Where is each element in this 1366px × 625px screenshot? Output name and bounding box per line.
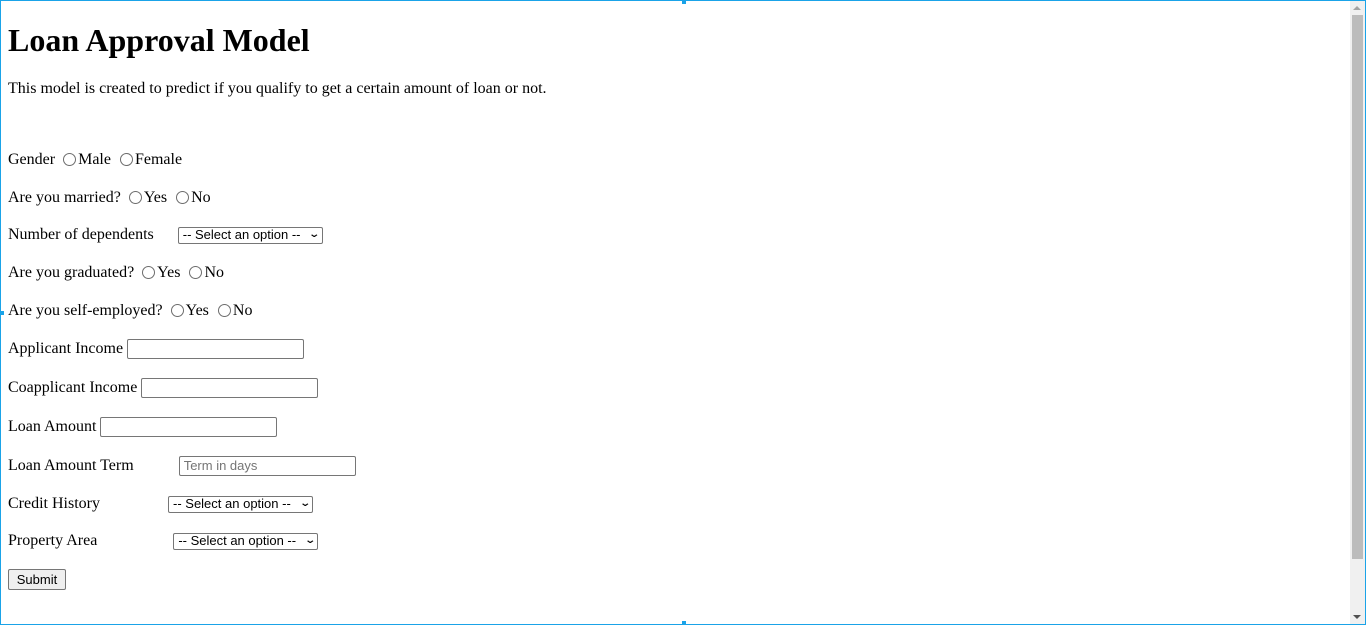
loan-amount-label: Loan Amount — [8, 418, 97, 435]
self-employed-yes-label[interactable]: Yes — [186, 302, 209, 320]
chevron-down-icon: ⌄ — [308, 229, 321, 240]
resize-handle-left[interactable] — [0, 311, 4, 315]
self-employed-label: Are you self-employed? — [8, 302, 163, 319]
loan-amount-term-label: Loan Amount Term — [8, 457, 134, 474]
graduated-yes-label[interactable]: Yes — [157, 264, 180, 282]
self-employed-yes-radio[interactable] — [170, 303, 184, 317]
married-label: Are you married? — [8, 189, 121, 206]
gender-label: Gender — [8, 151, 56, 168]
property-area-selected-value: -- Select an option -- — [178, 533, 297, 548]
credit-history-selected-value: -- Select an option -- — [173, 496, 291, 511]
scrollbar-thumb[interactable] — [1352, 15, 1363, 559]
married-yes-label[interactable]: Yes — [144, 189, 167, 207]
coapplicant-income-label: Coapplicant Income — [8, 379, 138, 396]
married-no-label[interactable]: No — [191, 189, 211, 207]
graduated-label: Are you graduated? — [8, 264, 135, 281]
gender-male-label[interactable]: Male — [78, 151, 111, 169]
scroll-down-arrow-icon[interactable] — [1353, 615, 1361, 619]
applicant-income-label: Applicant Income — [8, 340, 124, 357]
loan-amount-term-input[interactable]: Term in days — [178, 456, 356, 476]
gender-field: Gender Male Female — [8, 151, 182, 169]
property-area-label: Property Area — [8, 532, 98, 549]
self-employed-no-radio[interactable] — [217, 303, 231, 317]
loan-amount-term-field: Loan Amount Term Term in days — [8, 456, 356, 476]
credit-history-select[interactable]: -- Select an option -- ⌄ — [168, 495, 313, 513]
gender-female-radio[interactable] — [119, 152, 133, 166]
dependents-field: Number of dependents -- Select an option… — [8, 226, 323, 244]
dependents-label: Number of dependents — [8, 226, 154, 243]
self-employed-field: Are you self-employed? Yes No — [8, 302, 252, 320]
coapplicant-income-field: Coapplicant Income — [8, 378, 319, 398]
submit-button[interactable]: Submit — [8, 569, 66, 590]
graduated-field: Are you graduated? Yes No — [8, 264, 224, 282]
page-title: Loan Approval Model — [8, 22, 310, 58]
loan-amount-input[interactable] — [100, 417, 278, 437]
gender-male-radio[interactable] — [63, 152, 77, 166]
property-area-select[interactable]: -- Select an option -- ⌄ — [173, 532, 319, 550]
graduated-no-radio[interactable] — [189, 265, 203, 279]
credit-history-field: Credit History -- Select an option -- ⌄ — [8, 495, 313, 513]
property-area-field: Property Area -- Select an option -- ⌄ — [8, 532, 319, 550]
self-employed-no-label[interactable]: No — [233, 302, 253, 320]
gender-female-label[interactable]: Female — [135, 151, 182, 169]
scroll-up-arrow-icon[interactable] — [1353, 6, 1361, 10]
married-yes-radio[interactable] — [128, 190, 142, 204]
dependents-selected-value: -- Select an option -- — [182, 227, 301, 242]
loan-amount-field: Loan Amount — [8, 417, 278, 437]
applicant-income-field: Applicant Income — [8, 339, 305, 359]
married-no-radio[interactable] — [176, 190, 190, 204]
dependents-select[interactable]: -- Select an option -- ⌄ — [177, 226, 323, 244]
page-description: This model is created to predict if you … — [8, 80, 547, 97]
chevron-down-icon: ⌄ — [304, 535, 316, 546]
page-content: Loan Approval Model This model is create… — [8, 0, 1338, 625]
married-field: Are you married? Yes No — [8, 189, 211, 207]
credit-history-label: Credit History — [8, 495, 100, 512]
applicant-income-input[interactable] — [127, 339, 305, 359]
chevron-down-icon: ⌄ — [298, 498, 311, 509]
graduated-yes-radio[interactable] — [142, 265, 156, 279]
vertical-scrollbar[interactable] — [1350, 1, 1365, 624]
coapplicant-income-input[interactable] — [141, 378, 319, 398]
graduated-no-label[interactable]: No — [204, 264, 224, 282]
